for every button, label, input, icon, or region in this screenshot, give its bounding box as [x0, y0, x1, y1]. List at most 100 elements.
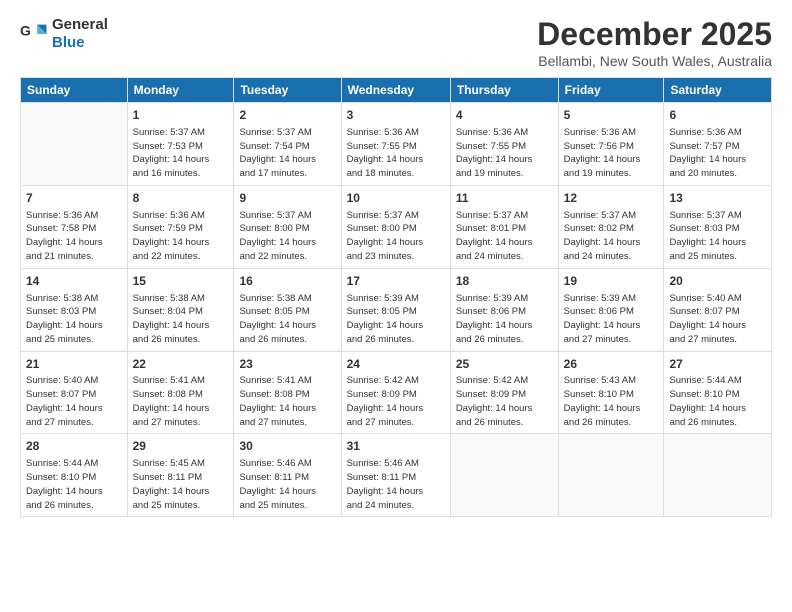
calendar-cell: 13Sunrise: 5:37 AM Sunset: 8:03 PM Dayli…	[664, 185, 772, 268]
day-number: 14	[26, 273, 122, 290]
calendar-week-row: 1 Sunrise: 5:37 AM Sunset: 7:53 PM Daylig…	[21, 103, 772, 186]
calendar-cell: 15 Sunrise: 5:38 AM Sunset: 8:04 PM Dayli…	[127, 268, 234, 351]
header-sunday: Sunday	[21, 78, 128, 103]
day-number: 13	[669, 190, 766, 207]
day-number: 27	[669, 356, 766, 373]
day-info: Sunrise: 5:36 AM Sunset: 7:58 PM Dayligh…	[26, 209, 122, 264]
logo-icon: G	[20, 20, 48, 48]
svg-text:G: G	[20, 23, 31, 39]
day-info: Sunrise: 5:45 AM Sunset: 8:11 PM Dayligh…	[133, 457, 229, 512]
calendar-cell: 9 Sunrise: 5:37 AM Sunset: 8:00 PM Daylig…	[234, 185, 341, 268]
day-number: 1	[133, 107, 229, 124]
calendar-cell: 8 Sunrise: 5:36 AM Sunset: 7:59 PM Daylig…	[127, 185, 234, 268]
day-info: Sunrise: 5:43 AM Sunset: 8:10 PM Dayligh…	[564, 374, 659, 429]
calendar-cell: 7 Sunrise: 5:36 AM Sunset: 7:58 PM Daylig…	[21, 185, 128, 268]
calendar-cell: 26Sunrise: 5:43 AM Sunset: 8:10 PM Dayli…	[558, 351, 664, 434]
day-info: Sunrise: 5:41 AM Sunset: 8:08 PM Dayligh…	[239, 374, 335, 429]
calendar-cell: 22Sunrise: 5:41 AM Sunset: 8:08 PM Dayli…	[127, 351, 234, 434]
day-info: Sunrise: 5:46 AM Sunset: 8:11 PM Dayligh…	[347, 457, 445, 512]
day-info: Sunrise: 5:40 AM Sunset: 8:07 PM Dayligh…	[669, 292, 766, 347]
calendar-cell: 17 Sunrise: 5:39 AM Sunset: 8:05 PM Dayli…	[341, 268, 450, 351]
day-number: 30	[239, 438, 335, 455]
day-info: Sunrise: 5:36 AM Sunset: 7:55 PM Dayligh…	[456, 126, 553, 181]
day-info: Sunrise: 5:36 AM Sunset: 7:59 PM Dayligh…	[133, 209, 229, 264]
title-block: December 2025 Bellambi, New South Wales,…	[537, 16, 772, 69]
logo-general: General	[52, 16, 108, 33]
day-number: 25	[456, 356, 553, 373]
day-info: Sunrise: 5:40 AM Sunset: 8:07 PM Dayligh…	[26, 374, 122, 429]
day-number: 29	[133, 438, 229, 455]
day-number: 19	[564, 273, 659, 290]
header-tuesday: Tuesday	[234, 78, 341, 103]
weekday-header-row: Sunday Monday Tuesday Wednesday Thursday…	[21, 78, 772, 103]
calendar-cell: 11 Sunrise: 5:37 AM Sunset: 8:01 PM Dayli…	[450, 185, 558, 268]
calendar-week-row: 7 Sunrise: 5:36 AM Sunset: 7:58 PM Daylig…	[21, 185, 772, 268]
calendar-cell	[450, 434, 558, 517]
page-container: G General Blue December 2025 Bellambi, N…	[0, 0, 792, 527]
day-number: 15	[133, 273, 229, 290]
day-info: Sunrise: 5:39 AM Sunset: 8:06 PM Dayligh…	[456, 292, 553, 347]
day-info: Sunrise: 5:38 AM Sunset: 8:04 PM Dayligh…	[133, 292, 229, 347]
day-number: 5	[564, 107, 659, 124]
day-number: 3	[347, 107, 445, 124]
header-monday: Monday	[127, 78, 234, 103]
calendar-cell: 25Sunrise: 5:42 AM Sunset: 8:09 PM Dayli…	[450, 351, 558, 434]
calendar-cell: 19 Sunrise: 5:39 AM Sunset: 8:06 PM Dayli…	[558, 268, 664, 351]
day-number: 12	[564, 190, 659, 207]
day-number: 10	[347, 190, 445, 207]
calendar-cell: 1 Sunrise: 5:37 AM Sunset: 7:53 PM Daylig…	[127, 103, 234, 186]
day-number: 9	[239, 190, 335, 207]
calendar-cell: 12 Sunrise: 5:37 AM Sunset: 8:02 PM Dayli…	[558, 185, 664, 268]
day-info: Sunrise: 5:39 AM Sunset: 8:06 PM Dayligh…	[564, 292, 659, 347]
day-number: 6	[669, 107, 766, 124]
calendar-week-row: 28Sunrise: 5:44 AM Sunset: 8:10 PM Dayli…	[21, 434, 772, 517]
calendar-cell: 5Sunrise: 5:36 AM Sunset: 7:56 PM Daylig…	[558, 103, 664, 186]
day-number: 20	[669, 273, 766, 290]
day-number: 17	[347, 273, 445, 290]
day-number: 24	[347, 356, 445, 373]
calendar-cell: 18 Sunrise: 5:39 AM Sunset: 8:06 PM Dayli…	[450, 268, 558, 351]
day-info: Sunrise: 5:39 AM Sunset: 8:05 PM Dayligh…	[347, 292, 445, 347]
day-info: Sunrise: 5:37 AM Sunset: 8:01 PM Dayligh…	[456, 209, 553, 264]
day-number: 11	[456, 190, 553, 207]
header-saturday: Saturday	[664, 78, 772, 103]
day-info: Sunrise: 5:38 AM Sunset: 8:03 PM Dayligh…	[26, 292, 122, 347]
day-number: 18	[456, 273, 553, 290]
day-info: Sunrise: 5:44 AM Sunset: 8:10 PM Dayligh…	[26, 457, 122, 512]
calendar-cell	[21, 103, 128, 186]
calendar-cell: 30 Sunrise: 5:46 AM Sunset: 8:11 PM Dayli…	[234, 434, 341, 517]
day-info: Sunrise: 5:42 AM Sunset: 8:09 PM Dayligh…	[456, 374, 553, 429]
calendar-cell: 23Sunrise: 5:41 AM Sunset: 8:08 PM Dayli…	[234, 351, 341, 434]
day-number: 23	[239, 356, 335, 373]
day-info: Sunrise: 5:37 AM Sunset: 7:53 PM Dayligh…	[133, 126, 229, 181]
calendar-cell: 31 Sunrise: 5:46 AM Sunset: 8:11 PM Dayli…	[341, 434, 450, 517]
day-info: Sunrise: 5:37 AM Sunset: 7:54 PM Dayligh…	[239, 126, 335, 181]
day-number: 16	[239, 273, 335, 290]
calendar-cell: 20 Sunrise: 5:40 AM Sunset: 8:07 PM Dayli…	[664, 268, 772, 351]
header-thursday: Thursday	[450, 78, 558, 103]
calendar-cell: 29 Sunrise: 5:45 AM Sunset: 8:11 PM Dayli…	[127, 434, 234, 517]
calendar-cell: 27Sunrise: 5:44 AM Sunset: 8:10 PM Dayli…	[664, 351, 772, 434]
day-info: Sunrise: 5:37 AM Sunset: 8:00 PM Dayligh…	[239, 209, 335, 264]
calendar-cell: 21Sunrise: 5:40 AM Sunset: 8:07 PM Dayli…	[21, 351, 128, 434]
day-info: Sunrise: 5:36 AM Sunset: 7:55 PM Dayligh…	[347, 126, 445, 181]
calendar-cell: 24Sunrise: 5:42 AM Sunset: 8:09 PM Dayli…	[341, 351, 450, 434]
calendar-table: Sunday Monday Tuesday Wednesday Thursday…	[20, 77, 772, 517]
month-title: December 2025	[537, 16, 772, 53]
day-info: Sunrise: 5:41 AM Sunset: 8:08 PM Dayligh…	[133, 374, 229, 429]
day-info: Sunrise: 5:37 AM Sunset: 8:02 PM Dayligh…	[564, 209, 659, 264]
day-number: 8	[133, 190, 229, 207]
header-friday: Friday	[558, 78, 664, 103]
day-number: 21	[26, 356, 122, 373]
day-number: 31	[347, 438, 445, 455]
day-number: 26	[564, 356, 659, 373]
day-info: Sunrise: 5:36 AM Sunset: 7:57 PM Dayligh…	[669, 126, 766, 181]
calendar-cell	[558, 434, 664, 517]
day-number: 22	[133, 356, 229, 373]
day-info: Sunrise: 5:46 AM Sunset: 8:11 PM Dayligh…	[239, 457, 335, 512]
calendar-cell: 2Sunrise: 5:37 AM Sunset: 7:54 PM Daylig…	[234, 103, 341, 186]
day-number: 7	[26, 190, 122, 207]
calendar-cell: 14 Sunrise: 5:38 AM Sunset: 8:03 PM Dayli…	[21, 268, 128, 351]
calendar-cell: 28Sunrise: 5:44 AM Sunset: 8:10 PM Dayli…	[21, 434, 128, 517]
day-info: Sunrise: 5:37 AM Sunset: 8:00 PM Dayligh…	[347, 209, 445, 264]
